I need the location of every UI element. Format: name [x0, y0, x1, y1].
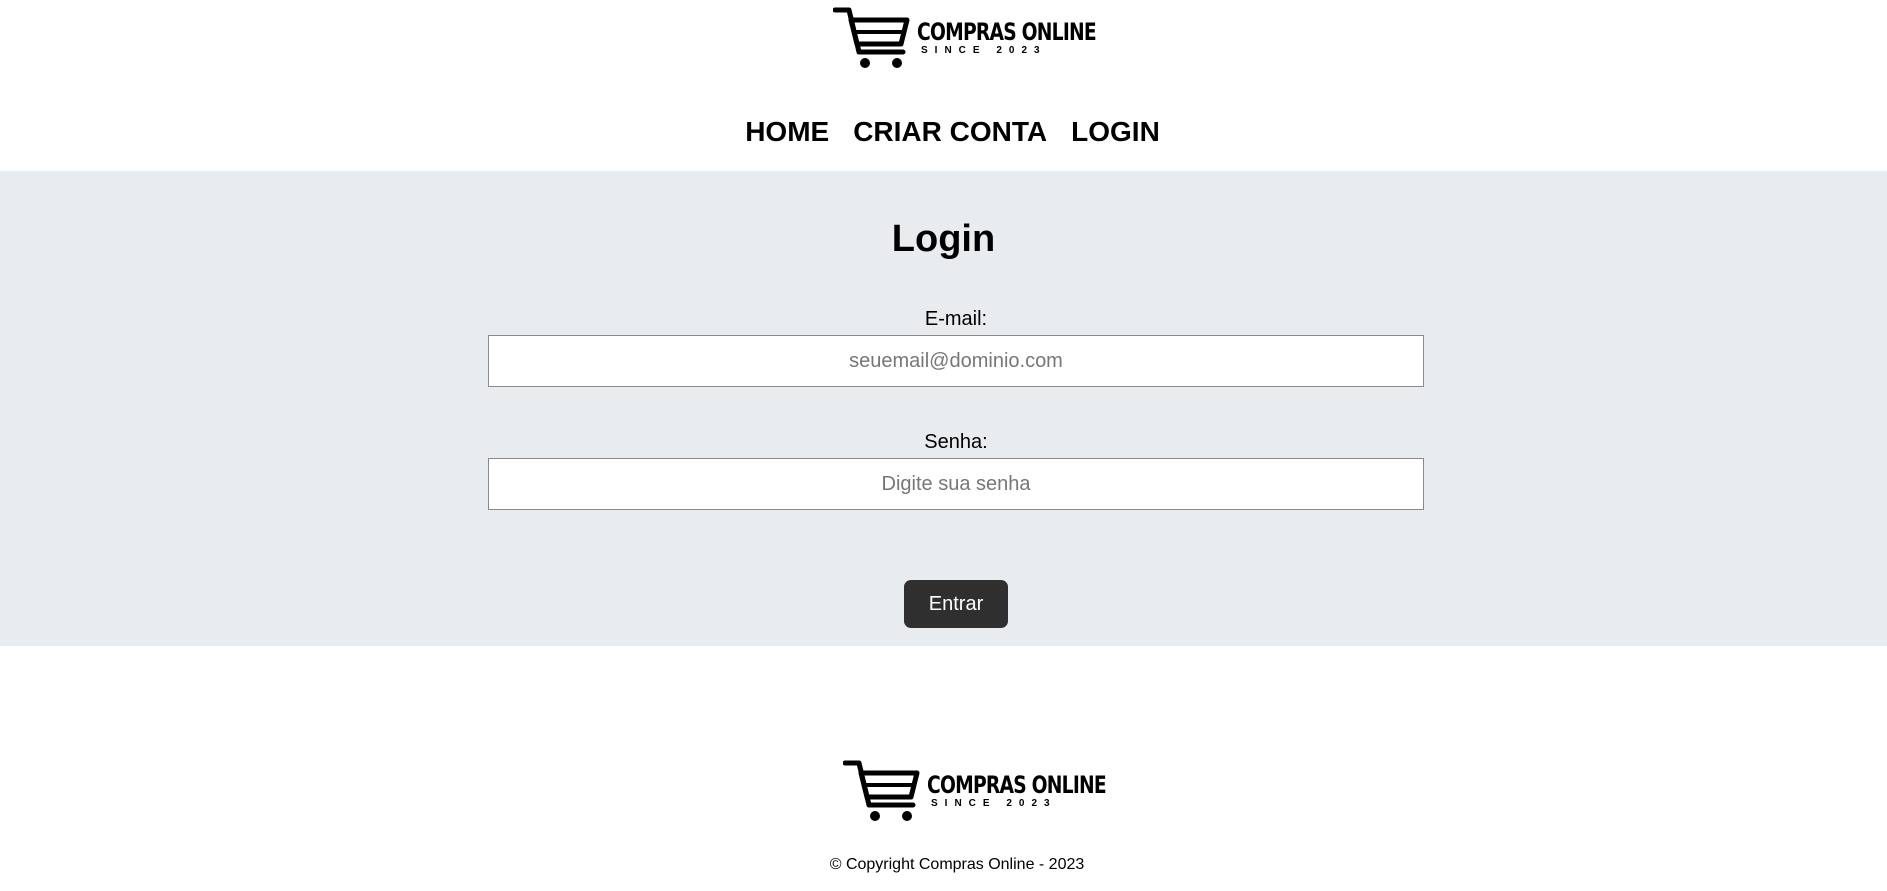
- password-label: Senha:: [924, 431, 988, 453]
- footer-brand-name: COMPRAS ONLINE: [927, 771, 1107, 799]
- brand-since: SINCE 2023: [921, 45, 1047, 56]
- nav-home-link[interactable]: HOME: [745, 116, 829, 148]
- email-label: E-mail:: [924, 308, 988, 330]
- nav-criar-conta-link[interactable]: CRIAR CONTA: [853, 116, 1047, 148]
- footer-brand-since: SINCE 2023: [931, 798, 1057, 809]
- header-logo[interactable]: COMPRAS ONLINE SINCE 2023: [833, 6, 1146, 70]
- login-section: Login E-mail: Senha: Entrar: [0, 171, 1887, 646]
- shopping-cart-icon: [843, 760, 920, 821]
- password-field[interactable]: [488, 458, 1424, 510]
- submit-button[interactable]: Entrar: [904, 580, 1008, 628]
- shopping-cart-icon: [833, 7, 910, 68]
- page-title: Login: [891, 218, 996, 260]
- footer-logo: COMPRAS ONLINE SINCE 2023: [843, 759, 1156, 823]
- main-nav: HOME CRIAR CONTA LOGIN: [0, 116, 1887, 148]
- nav-login-link[interactable]: LOGIN: [1071, 116, 1160, 148]
- site-footer: COMPRAS ONLINE SINCE 2023 © Copyright Co…: [0, 646, 1887, 891]
- copyright-text: © Copyright Compras Online - 2023: [829, 856, 1085, 873]
- brand-name: COMPRAS ONLINE: [917, 18, 1097, 46]
- site-header: COMPRAS ONLINE SINCE 2023 HOME CRIAR CON…: [0, 0, 1887, 171]
- email-field[interactable]: [488, 335, 1424, 387]
